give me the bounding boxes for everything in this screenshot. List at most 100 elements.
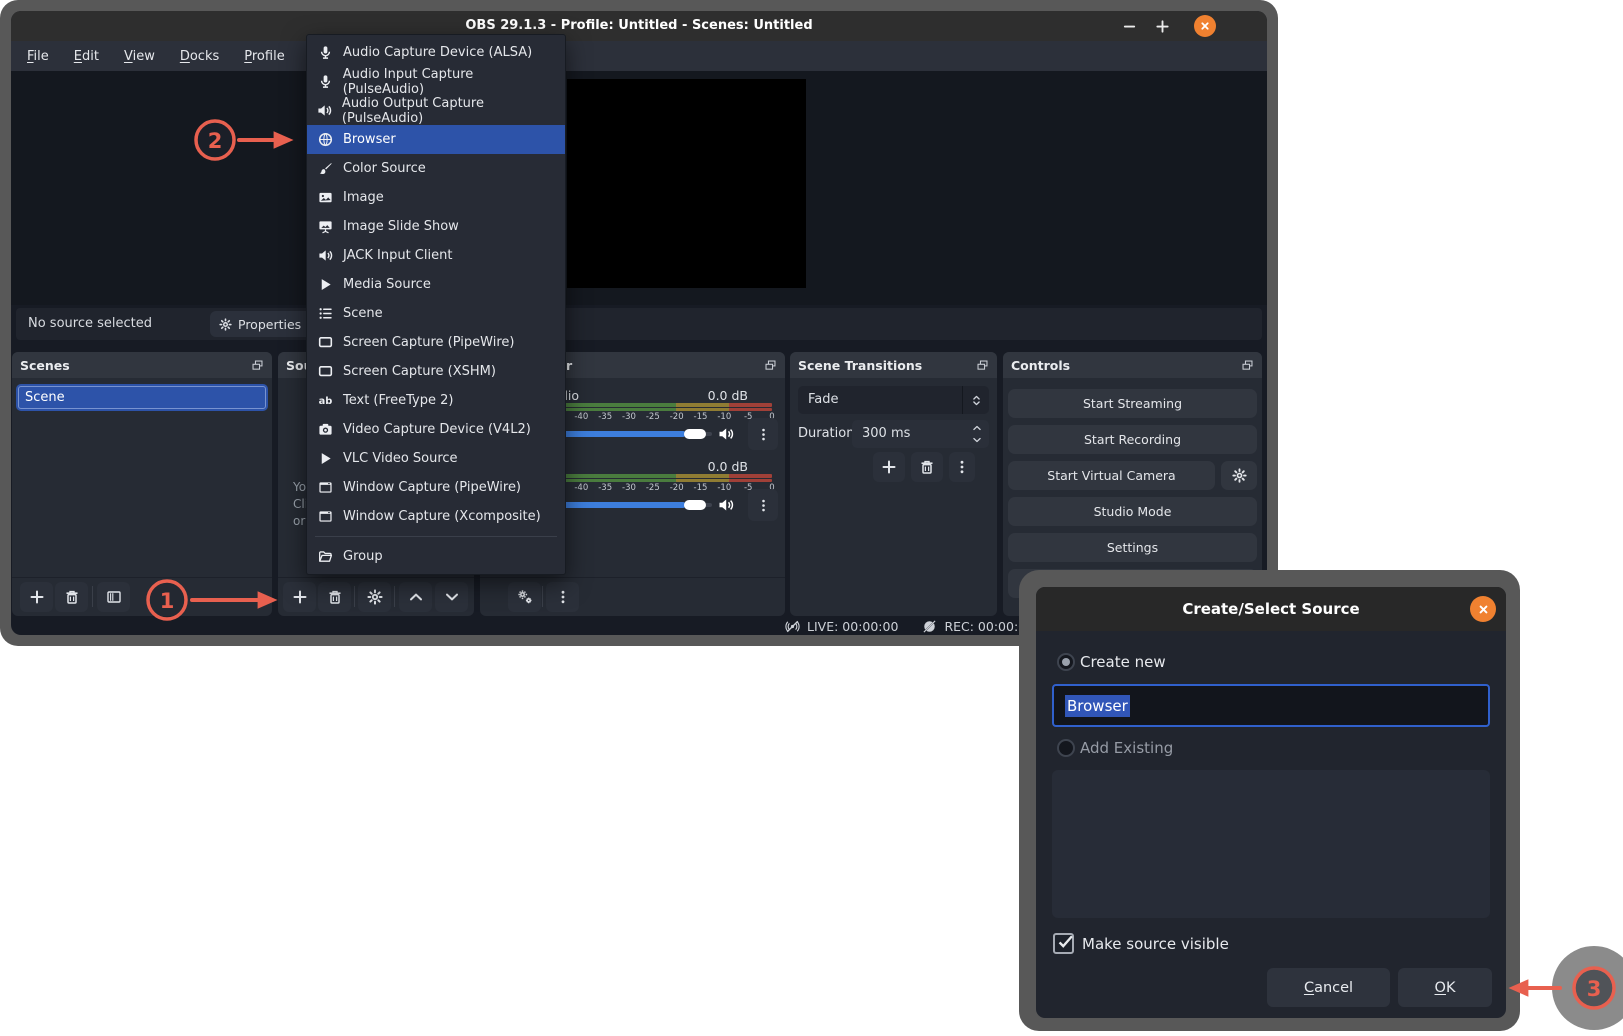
source-properties-button[interactable] xyxy=(358,582,391,612)
camera-icon xyxy=(317,422,334,437)
menu-item-media-source[interactable]: Media Source xyxy=(307,270,565,299)
menu-item-vlc-video-source[interactable]: VLC Video Source xyxy=(307,444,565,473)
mixer-channel-db: 0.0 dB xyxy=(708,388,748,403)
slider-handle[interactable] xyxy=(684,429,706,439)
remove-scene-button[interactable] xyxy=(55,582,88,612)
menu-item-window-capture-pipewire[interactable]: Window Capture (PipeWire) xyxy=(307,473,565,502)
menu-item-audio-output-capture-pulseaudio[interactable]: Audio Output Capture (PulseAudio) xyxy=(307,96,565,125)
gear-icon xyxy=(1232,468,1247,483)
menu-item-video-capture-device-v4l2[interactable]: Video Capture Device (V4L2) xyxy=(307,415,565,444)
menu-item-jack-input-client[interactable]: JACK Input Client xyxy=(307,241,565,270)
duration-label: Duration xyxy=(798,420,854,448)
ok-button[interactable]: OK xyxy=(1398,968,1492,1007)
menu-item-group[interactable]: Group xyxy=(307,542,565,571)
channel-menu-button[interactable] xyxy=(748,418,778,450)
remove-transition-button[interactable] xyxy=(911,452,943,482)
menu-item-label: Screen Capture (PipeWire) xyxy=(343,335,514,350)
popout-icon[interactable] xyxy=(251,359,264,372)
add-source-button[interactable] xyxy=(283,582,316,612)
channel-menu-button[interactable] xyxy=(748,489,778,521)
start-streaming-button[interactable]: Start Streaming xyxy=(1008,389,1257,418)
menubar-item-edit[interactable]: Edit xyxy=(74,49,99,64)
menubar-item-view[interactable]: View xyxy=(124,49,155,64)
slideshow-icon xyxy=(317,219,334,234)
duration-spinbox[interactable]: 300 ms xyxy=(852,420,989,448)
create-new-radio[interactable] xyxy=(1057,653,1075,671)
menu-item-screen-capture-xshm[interactable]: Screen Capture (XSHM) xyxy=(307,357,565,386)
dialog-close-button[interactable] xyxy=(1470,596,1496,622)
dialog-frame: Create/Select Source Create new Browser … xyxy=(1019,570,1520,1031)
menubar-item-docks[interactable]: Docks xyxy=(180,49,219,64)
move-source-down-button[interactable] xyxy=(435,582,468,612)
scenes-panel-header: Scenes xyxy=(12,352,272,378)
scene-list-item[interactable]: Scene xyxy=(16,384,268,411)
menubar-item-profile[interactable]: Profile xyxy=(244,49,284,64)
transition-value: Fade xyxy=(798,386,989,414)
speaker-icon[interactable] xyxy=(718,426,734,442)
studio-mode-button[interactable]: Studio Mode xyxy=(1008,497,1257,526)
close-button[interactable] xyxy=(1194,15,1216,37)
dialog-titlebar[interactable]: Create/Select Source xyxy=(1036,587,1506,631)
stream-inactive-icon xyxy=(785,619,800,634)
transition-select[interactable]: Fade xyxy=(798,386,989,414)
menu-item-audio-capture-device-alsa[interactable]: Audio Capture Device (ALSA) xyxy=(307,38,565,67)
popout-icon[interactable] xyxy=(1241,359,1254,372)
menu-item-image[interactable]: Image xyxy=(307,183,565,212)
remove-source-button[interactable] xyxy=(318,582,351,612)
properties-button[interactable]: Properties xyxy=(210,311,313,337)
popout-icon[interactable] xyxy=(764,359,777,372)
settings-button[interactable]: Settings xyxy=(1008,533,1257,562)
advanced-audio-button[interactable] xyxy=(508,582,541,612)
menu-item-label: Image Slide Show xyxy=(343,219,459,234)
obs-window-frame: OBS 29.1.3 - Profile: Untitled - Scenes:… xyxy=(0,0,1278,646)
add-existing-radio[interactable] xyxy=(1057,739,1075,757)
make-source-visible-checkbox[interactable] xyxy=(1053,933,1074,954)
mixer-menu-button[interactable] xyxy=(546,582,579,612)
cancel-button[interactable]: Cancel xyxy=(1267,968,1390,1007)
monitor-icon xyxy=(317,364,334,379)
move-source-up-button[interactable] xyxy=(399,582,432,612)
transitions-header: Scene Transitions xyxy=(790,352,997,378)
scene-grid-mode-button[interactable] xyxy=(97,582,130,612)
menubar-item-file[interactable]: File xyxy=(27,49,49,64)
meter-tick-label: -30 xyxy=(622,483,636,493)
mic-icon xyxy=(317,74,334,89)
meter-tick-label: -10 xyxy=(717,412,731,422)
menu-item-screen-capture-pipewire[interactable]: Screen Capture (PipeWire) xyxy=(307,328,565,357)
menu-item-audio-input-capture-pulseaudio[interactable]: Audio Input Capture (PulseAudio) xyxy=(307,67,565,96)
virtual-camera-config-button[interactable] xyxy=(1221,461,1257,490)
menu-item-label: Window Capture (Xcomposite) xyxy=(343,509,541,524)
add-scene-button[interactable] xyxy=(20,582,53,612)
menu-item-window-capture-xcomposite[interactable]: Window Capture (Xcomposite) xyxy=(307,502,565,531)
add-existing-label: Add Existing xyxy=(1080,739,1173,757)
popout-icon[interactable] xyxy=(976,359,989,372)
dialog-title: Create/Select Source xyxy=(1036,587,1506,631)
menu-item-scene[interactable]: Scene xyxy=(307,299,565,328)
minimize-icon xyxy=(1122,19,1137,34)
start-virtual-camera-button[interactable]: Start Virtual Camera xyxy=(1008,461,1215,490)
properties-label: Properties xyxy=(238,317,301,332)
start-recording-button[interactable]: Start Recording xyxy=(1008,425,1257,454)
add-transition-button[interactable] xyxy=(873,452,905,482)
menu-item-image-slide-show[interactable]: Image Slide Show xyxy=(307,212,565,241)
select-spinner[interactable] xyxy=(962,386,989,414)
menu-item-text-freetype-2[interactable]: abText (FreeType 2) xyxy=(307,386,565,415)
existing-sources-list[interactable] xyxy=(1052,770,1490,918)
close-icon xyxy=(1477,603,1490,616)
speaker-icon[interactable] xyxy=(718,497,734,513)
menu-item-browser[interactable]: Browser xyxy=(307,125,565,154)
menu-item-label: Audio Input Capture (PulseAudio) xyxy=(343,67,555,97)
transition-menu-button[interactable] xyxy=(949,452,975,482)
scenes-panel-title: Scenes xyxy=(20,358,70,373)
menu-item-color-source[interactable]: Color Source xyxy=(307,154,565,183)
scene-canvas[interactable] xyxy=(567,79,806,288)
minimize-button[interactable] xyxy=(1116,11,1142,41)
titlebar[interactable]: OBS 29.1.3 - Profile: Untitled - Scenes:… xyxy=(11,11,1267,41)
menu-item-label: Audio Output Capture (PulseAudio) xyxy=(342,96,555,126)
spin-arrows[interactable] xyxy=(972,423,982,445)
slider-handle[interactable] xyxy=(684,500,706,510)
source-name-input[interactable]: Browser xyxy=(1052,684,1490,727)
obs-window: OBS 29.1.3 - Profile: Untitled - Scenes:… xyxy=(11,11,1267,635)
maximize-button[interactable] xyxy=(1149,11,1175,41)
preview-area[interactable] xyxy=(11,71,1267,305)
